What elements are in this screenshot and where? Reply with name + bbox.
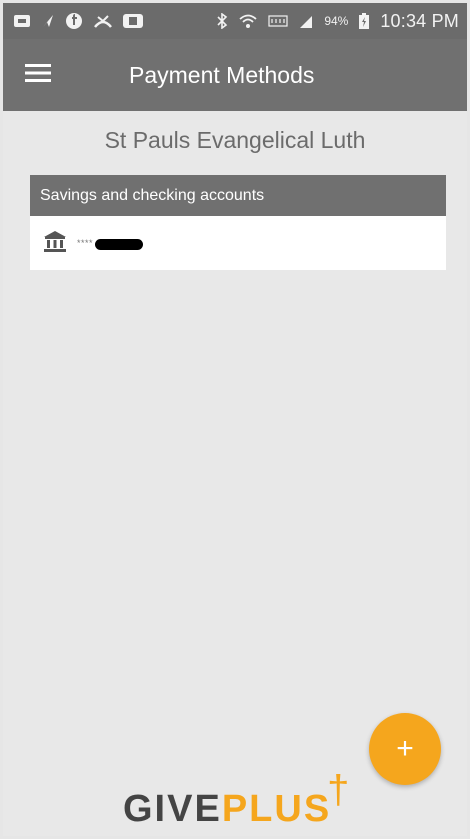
status-time: 10:34 PM bbox=[380, 10, 459, 31]
redaction-mark bbox=[95, 238, 144, 250]
page-title: Payment Methods bbox=[129, 61, 315, 88]
section-header-savings-checking: Savings and checking accounts bbox=[30, 175, 446, 216]
facebook-icon bbox=[65, 12, 83, 30]
status-left-icons bbox=[13, 12, 143, 30]
bluetooth-icon bbox=[216, 13, 228, 29]
status-bar: 94% 10:34 PM bbox=[3, 3, 467, 39]
logo-plus-text: PLUS bbox=[221, 788, 332, 830]
missed-call-icon bbox=[93, 13, 113, 29]
hamburger-menu-icon bbox=[25, 63, 51, 88]
battery-charging-icon bbox=[358, 12, 370, 30]
battery-percentage: 94% bbox=[324, 14, 349, 28]
menu-button[interactable] bbox=[3, 39, 73, 111]
screen: 94% 10:34 PM Payment Methods St Pauls Ev… bbox=[3, 3, 467, 836]
wifi-icon bbox=[238, 13, 258, 29]
logo-give-text: GIVE bbox=[123, 788, 222, 830]
account-masked-number: **** bbox=[77, 238, 94, 248]
signal-icon bbox=[298, 13, 314, 29]
add-payment-method-button[interactable]: + bbox=[369, 713, 441, 785]
youtube-icon bbox=[123, 14, 143, 28]
bank-icon bbox=[43, 229, 67, 258]
lte-icon bbox=[268, 13, 288, 29]
navigation-icon bbox=[41, 13, 55, 29]
account-row[interactable]: **** bbox=[30, 216, 446, 270]
organization-name: St Pauls Evangelical Luth bbox=[104, 126, 366, 153]
giveplus-logo: GIVE PLUS † bbox=[123, 768, 351, 831]
status-right-icons: 94% 10:34 PM bbox=[216, 11, 459, 32]
logo-cross-mark: † bbox=[327, 768, 352, 812]
notification-icon bbox=[13, 13, 31, 29]
app-bar: Payment Methods bbox=[3, 39, 467, 111]
